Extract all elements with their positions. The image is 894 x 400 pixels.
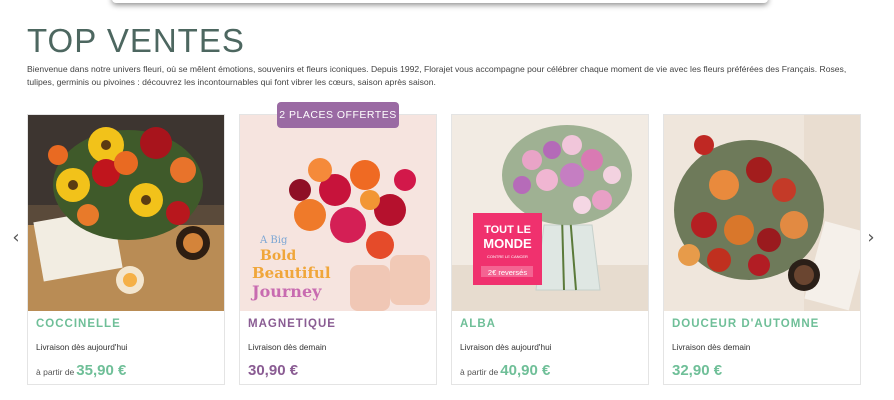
- image-text-3: CONTRE LE CANCER: [487, 254, 528, 259]
- product-image[interactable]: A Big Bold Beautiful Journey: [240, 115, 436, 311]
- image-text-3: Beautiful: [252, 264, 331, 282]
- image-text-2: Bold: [260, 248, 296, 264]
- product-price: 32,90 €: [672, 362, 723, 379]
- product-price: 40,90 €: [500, 362, 551, 379]
- product-image[interactable]: TOUT LE MONDE CONTRE LE CANCER 2€ revers…: [452, 115, 648, 311]
- price-prefix: à partir de: [460, 367, 499, 377]
- image-text-2: MONDE: [483, 236, 532, 251]
- image-text-1: A Big: [259, 235, 288, 246]
- product-name[interactable]: ALBA: [460, 318, 496, 330]
- product-name[interactable]: COCCINELLE: [36, 318, 121, 330]
- header-shadow-bar: [112, 0, 768, 3]
- delivery-info: Livraison dès demain: [672, 342, 751, 352]
- image-text-4: Journey: [250, 282, 322, 301]
- image-text-4: 2€ reversés: [488, 268, 527, 277]
- product-card-magnetique[interactable]: A Big Bold Beautiful Journey MAGNETIQUE …: [239, 114, 437, 385]
- product-price: 30,90 €: [248, 362, 299, 379]
- chevron-left-icon[interactable]: ‹: [9, 229, 23, 248]
- delivery-info: Livraison dès aujourd'hui: [460, 342, 552, 352]
- page-title: TOP VENTES: [27, 22, 245, 59]
- product-name[interactable]: MAGNETIQUE: [248, 318, 336, 330]
- price-prefix: à partir de: [36, 367, 75, 377]
- delivery-info: Livraison dès demain: [248, 342, 327, 352]
- image-text-1: TOUT LE: [484, 224, 531, 236]
- product-image[interactable]: [28, 115, 224, 311]
- product-card-alba[interactable]: TOUT LE MONDE CONTRE LE CANCER 2€ revers…: [451, 114, 649, 385]
- product-card-douceur-d-automne[interactable]: DOUCEUR D'AUTOMNE Livraison dès demain 3…: [663, 114, 861, 385]
- product-price: 35,90 €: [76, 362, 127, 379]
- chevron-right-icon[interactable]: ›: [864, 229, 878, 248]
- delivery-info: Livraison dès aujourd'hui: [36, 342, 128, 352]
- intro-text: Bienvenue dans notre univers fleuri, où …: [27, 64, 847, 87]
- product-card-coccinelle[interactable]: COCCINELLE Livraison dès aujourd'hui à p…: [27, 114, 225, 385]
- product-image[interactable]: [664, 115, 860, 311]
- promo-badge: 2 PLACES OFFERTES: [277, 102, 399, 128]
- product-name[interactable]: DOUCEUR D'AUTOMNE: [672, 318, 819, 330]
